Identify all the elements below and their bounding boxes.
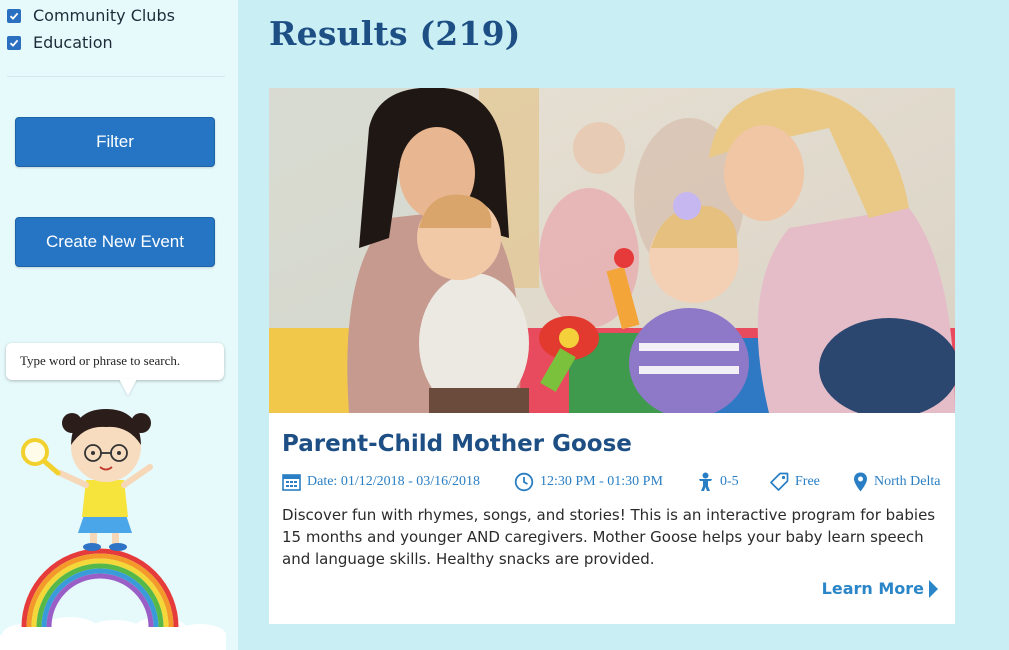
- sidebar: Community Clubs Education Filter Create …: [0, 0, 238, 650]
- create-new-event-button[interactable]: Create New Event: [15, 217, 215, 267]
- event-card: Parent-Child Mother Goose Date: 01/12/20…: [269, 88, 955, 624]
- clock-icon: [514, 472, 534, 492]
- filter-button[interactable]: Filter: [15, 117, 215, 167]
- location-pin-icon: [854, 472, 867, 492]
- category-label: Education: [33, 33, 113, 52]
- event-title[interactable]: Parent-Child Mother Goose: [282, 431, 632, 457]
- event-price-text: Free: [795, 473, 820, 489]
- event-photo[interactable]: [269, 88, 955, 413]
- tag-icon: [770, 472, 789, 491]
- category-community-clubs[interactable]: Community Clubs: [7, 6, 175, 25]
- bubble-tail: [119, 379, 137, 396]
- event-date-text: Date: 01/12/2018 - 03/16/2018: [307, 473, 481, 489]
- event-time-text: 12:30 PM - 01:30 PM: [540, 474, 663, 489]
- category-education[interactable]: Education: [7, 33, 113, 52]
- mascot-illustration: [0, 409, 226, 650]
- event-age-text: 0-5: [720, 474, 739, 489]
- magnifier-icon: [21, 438, 61, 476]
- checkbox-icon[interactable]: [7, 8, 21, 23]
- event-location-text[interactable]: North Delta: [874, 474, 940, 490]
- learn-more-label[interactable]: Learn More: [822, 579, 924, 598]
- play-arrow-icon[interactable]: [929, 579, 938, 598]
- search-hint-bubble[interactable]: Type word or phrase to search.: [6, 343, 224, 380]
- event-date: Date: 01/12/2018 - 03/16/2018: [282, 472, 480, 491]
- checkbox-icon[interactable]: [7, 35, 21, 50]
- event-price: Free: [770, 472, 820, 491]
- event-description: Discover fun with rhymes, songs, and sto…: [282, 506, 936, 568]
- event-location[interactable]: North Delta: [853, 472, 940, 492]
- child-icon: [699, 472, 712, 491]
- event-age: 0-5: [697, 472, 739, 492]
- learn-more-link[interactable]: Learn More: [822, 579, 938, 598]
- results-title: Results (219): [269, 14, 521, 53]
- event-time: 12:30 PM - 01:30 PM: [514, 472, 663, 492]
- category-label: Community Clubs: [33, 6, 175, 25]
- calendar-icon: [282, 474, 301, 491]
- divider: [7, 76, 225, 77]
